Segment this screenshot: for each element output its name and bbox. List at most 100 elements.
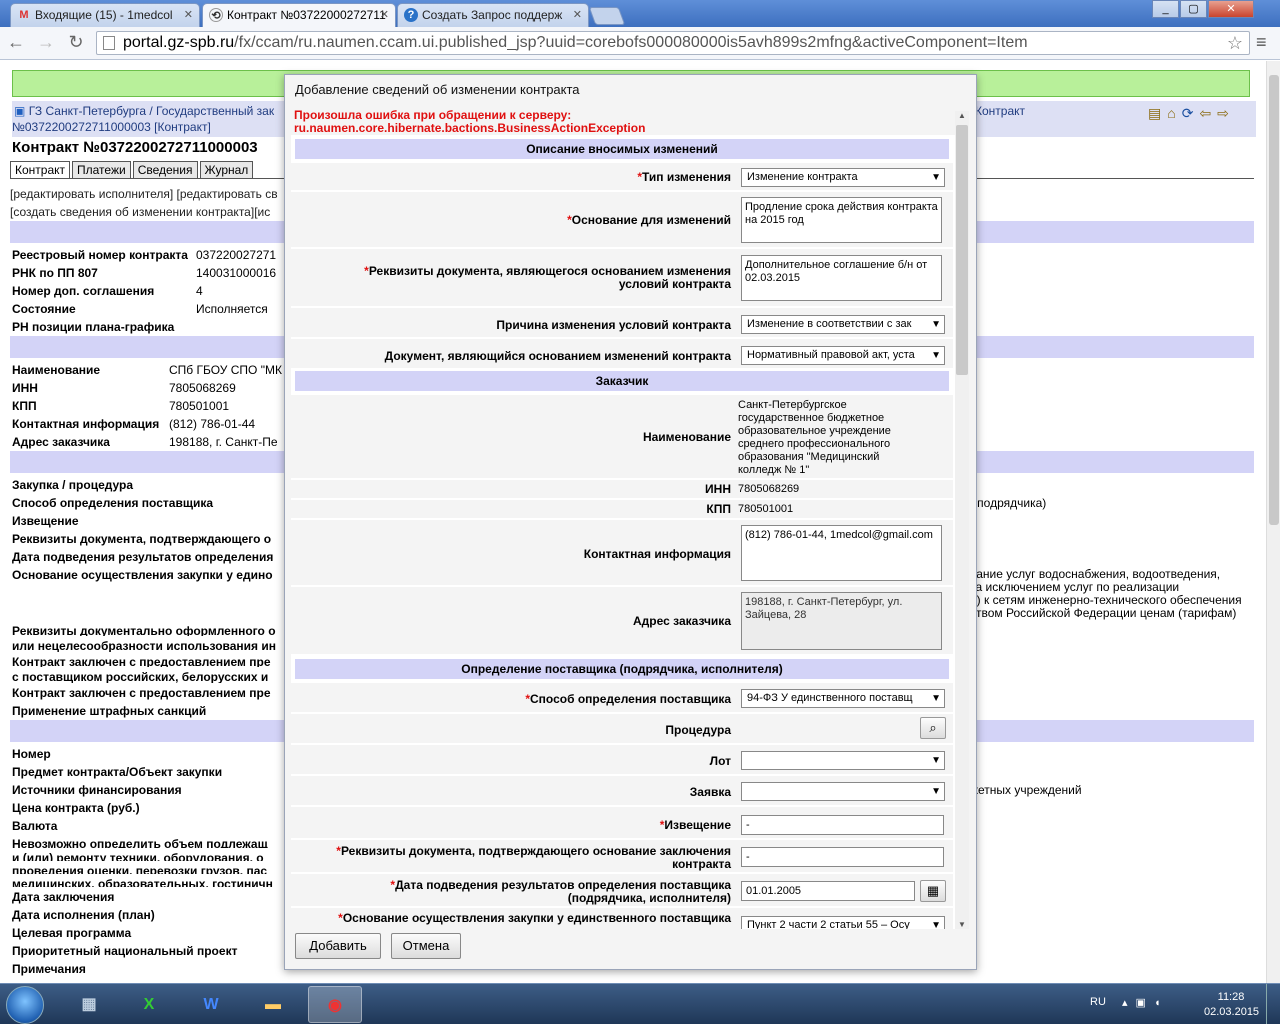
field-label: Документ, являющийся основанием изменени… [384, 349, 731, 363]
field-label: Адрес заказчика [633, 614, 731, 628]
sole-select[interactable]: Пункт 2 части 2 статьи 55 – Осу ▼ [741, 916, 945, 929]
page-tabs: Контракт Платежи Сведения Журнал [10, 161, 255, 179]
language-indicator[interactable]: RU [1090, 996, 1106, 1008]
confirm-input[interactable]: - [741, 847, 944, 867]
close-icon[interactable]: ✕ [184, 4, 193, 26]
row-label: Дата заключения [12, 890, 115, 904]
url-path: /fx/ccam/ru.naumen.ccam.ui.published_jsp… [234, 34, 1028, 51]
customer-name-value: Санкт-Петербургское государственное бюдж… [738, 399, 891, 476]
minimize-button[interactable]: _ [1152, 0, 1179, 18]
gz-icon: ⟲ [209, 8, 223, 22]
browser-tab-gmail[interactable]: M Входящие (15) - 1medcol ✕ [10, 3, 200, 27]
close-icon[interactable]: ✕ [573, 4, 582, 26]
cancel-button[interactable]: Отмена [391, 933, 461, 959]
row-label: РН позиции плана-графика [12, 320, 175, 334]
close-window-button[interactable]: ✕ [1208, 0, 1254, 18]
row-change-type: *Тип изменения Изменение контракта ▼ [291, 163, 953, 191]
close-icon[interactable]: ✕ [380, 4, 389, 26]
chrome-icon[interactable]: ◉ [308, 986, 362, 1023]
notice-input[interactable]: - [741, 815, 944, 835]
search-icon[interactable]: ⌕ [920, 717, 946, 739]
basis-doc-select[interactable]: Нормативный правовой акт, уста ▼ [741, 346, 945, 365]
tray-arrow-icon[interactable]: ▴ [1122, 997, 1136, 1009]
dialog-scrollbar[interactable]: ▲ ▼ [955, 111, 969, 929]
calendar-icon[interactable]: ▦ [920, 880, 946, 902]
network-icon[interactable]: ▣ [1136, 997, 1154, 1009]
menu-icon[interactable]: ≡ [1256, 32, 1267, 53]
dropdown-arrow-icon: ▼ [929, 347, 941, 364]
row-value: 198188, г. Санкт-Пе [169, 435, 278, 449]
dialog-form: Описание вносимых изменений *Тип изменен… [291, 135, 955, 929]
row-bid: Заявка ▼ [291, 776, 953, 806]
clock[interactable]: 11:28 02.03.2015 [1204, 990, 1259, 1020]
breadcrumb-line1[interactable]: ГЗ Санкт-Петербурга / Государственный за… [29, 104, 274, 118]
breadcrumb-right[interactable]: Контракт [975, 103, 1025, 119]
restore-button[interactable]: ▢ [1180, 0, 1207, 18]
calculator-icon[interactable]: ▦ [62, 986, 116, 1023]
home-icon[interactable]: ⌂ [1167, 105, 1181, 121]
action-links-1[interactable]: [редактировать исполнителя] [редактирова… [10, 187, 278, 201]
change-type-select[interactable]: Изменение контракта ▼ [741, 168, 945, 187]
field-label: *Основание для изменений [567, 213, 731, 227]
tab-journal[interactable]: Журнал [199, 161, 254, 179]
word-icon[interactable]: W [184, 986, 238, 1023]
address-bar[interactable]: portal.gz-spb.ru/fx/ccam/ru.naumen.ccam.… [96, 31, 1250, 55]
new-tab-button[interactable] [588, 7, 626, 25]
volume-icon[interactable]: ◖ [1154, 997, 1169, 1009]
row-reason: Причина изменения условий контракта Изме… [291, 308, 953, 338]
scrollbar-thumb[interactable] [956, 125, 968, 375]
row-label: Контракт заключен с предоставлением пре [12, 686, 271, 700]
arrow-left-icon[interactable]: ⇦ [1199, 105, 1217, 121]
field-label: КПП [706, 502, 731, 516]
scroll-down-icon[interactable]: ▼ [958, 920, 966, 929]
row-confirm: *Реквизиты документа, подтверждающего ос… [291, 840, 953, 873]
arrow-right-icon[interactable]: ⇨ [1217, 105, 1235, 121]
result-date-input[interactable]: 01.01.2005 [741, 881, 915, 901]
row-label: Приоритетный национальный проект [12, 944, 238, 958]
bid-select[interactable]: ▼ [741, 782, 945, 801]
bookmark-star-icon[interactable]: ☆ [1227, 32, 1243, 54]
method-select[interactable]: 94-ФЗ У единственного поставщ ▼ [741, 689, 945, 708]
label-text: контракта [672, 857, 731, 871]
field-label: Процедура [665, 723, 731, 737]
back-icon[interactable]: ← [4, 32, 28, 53]
row-basis: *Основание для изменений Продление срока… [291, 192, 953, 248]
action-links-2[interactable]: [создать сведения об изменении контракта… [10, 205, 270, 219]
select-value: Нормативный правовой акт, уста [747, 349, 915, 361]
browser-tab-support[interactable]: ? Создать Запрос поддерж ✕ [397, 3, 589, 27]
field-label: *Тип изменения [637, 170, 731, 184]
row-value: 7805068269 [169, 381, 236, 395]
label-text: Реквизиты документа, подтверждающего осн… [340, 844, 731, 858]
page-scrollbar[interactable] [1266, 61, 1280, 983]
row-label: Извещение [12, 514, 79, 528]
scrollbar-thumb[interactable] [1269, 75, 1279, 525]
row-label: Цена контракта (руб.) [12, 801, 140, 815]
tab-payments[interactable]: Платежи [72, 161, 131, 179]
forward-icon[interactable]: → [34, 32, 58, 53]
scroll-up-icon[interactable]: ▲ [958, 111, 966, 120]
folder-icon[interactable]: ▬ [246, 986, 300, 1023]
show-desktop-button[interactable] [1266, 984, 1280, 1024]
taskbar: ▦ X W ▬ ◉ RU ▴▣◖ 11:28 02.03.2015 [0, 983, 1280, 1024]
excel-icon[interactable]: X [122, 986, 176, 1023]
folder-icon[interactable]: ▤ [1148, 105, 1167, 121]
label-text: Дата подведения результатов определения … [395, 878, 731, 892]
row-procedure: Процедура ⌕ [291, 714, 953, 744]
doc-requisites-textarea[interactable]: Дополнительное соглашение б/н от 02.03.2… [741, 255, 942, 301]
reload-icon[interactable]: ↻ [64, 32, 88, 53]
start-button[interactable] [6, 986, 44, 1024]
tab-info[interactable]: Сведения [132, 161, 198, 179]
contact-textarea[interactable]: (812) 786-01-44, 1medcol@gmail.com [741, 525, 942, 581]
add-button[interactable]: Добавить [295, 933, 381, 959]
tab-contract[interactable]: Контракт [10, 161, 71, 179]
row-lot: Лот ▼ [291, 745, 953, 775]
row-kpp: КПП 780501001 [291, 500, 953, 519]
browser-tab-contract[interactable]: ⟲ Контракт №03722000272711 ✕ [202, 3, 396, 27]
label-text: (подрядчика, исполнителя) [567, 891, 731, 905]
tab-title: Контракт №03722000272711 [227, 8, 386, 22]
refresh-icon[interactable]: ⟳ [1182, 105, 1200, 121]
row-notice: *Извещение - [291, 807, 953, 839]
reason-select[interactable]: Изменение в соответствии с зак ▼ [741, 315, 945, 334]
basis-textarea[interactable]: Продление срока действия контракта на 20… [741, 197, 942, 243]
lot-select[interactable]: ▼ [741, 751, 945, 770]
